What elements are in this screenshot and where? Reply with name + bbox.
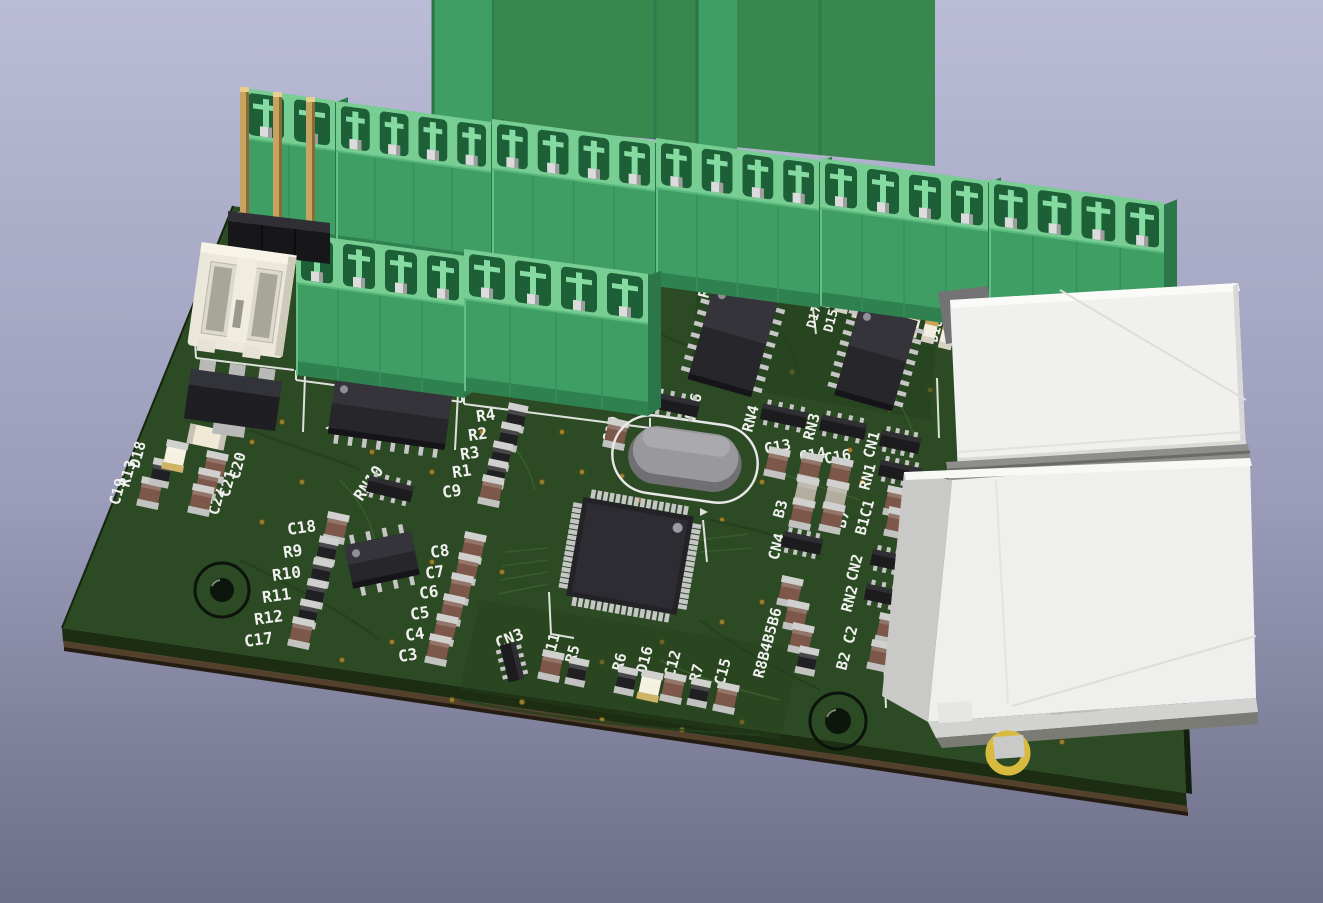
via	[339, 657, 345, 663]
silkscreen-label: C18	[286, 516, 317, 539]
screw-shade	[1013, 218, 1017, 229]
via	[389, 639, 395, 645]
screw-shade	[555, 164, 559, 175]
screw-shade	[514, 158, 518, 169]
screw-shade	[969, 214, 973, 225]
screw-shade	[435, 150, 439, 161]
screw-shade	[596, 169, 600, 180]
via	[759, 599, 765, 605]
modular-jack-upper	[938, 283, 1247, 474]
pcb-render-canvas[interactable]: voltageFRN9RN10R4R2R3R1C9C10C18R9R10R11R…	[0, 0, 1323, 903]
modular-jack-lower	[882, 458, 1258, 748]
screw-shade	[719, 183, 723, 194]
screw-shade	[403, 283, 407, 294]
via	[539, 479, 545, 485]
pin-header-3pin	[228, 87, 330, 264]
screw-shade	[535, 295, 539, 306]
jack-latch-tab	[937, 701, 972, 723]
screw-shade	[489, 288, 493, 299]
jst-tab	[197, 339, 216, 353]
screw-shade	[268, 127, 272, 138]
screw-shade	[357, 140, 361, 151]
screw-shade	[678, 177, 682, 188]
screw-shade	[885, 203, 889, 214]
pcb-3d-viewer-viewport[interactable]: voltageFRN9RN10R4R2R3R1C9C10C18R9R10R11R…	[0, 0, 1323, 903]
via	[559, 429, 565, 435]
via	[299, 479, 305, 485]
jack-peg	[993, 735, 1024, 759]
ic-body-top	[572, 503, 688, 609]
via	[499, 569, 505, 575]
silkscreen-label: C9	[441, 480, 463, 501]
silkscreen-label: C7	[424, 561, 446, 582]
jst-power-connector	[187, 242, 297, 362]
silkscreen-label: R9	[282, 540, 304, 561]
screw-shade	[760, 188, 764, 199]
screw-shade	[319, 272, 323, 283]
panel-face	[697, 0, 737, 154]
screw-shade	[445, 289, 449, 300]
screw-shade	[581, 301, 585, 312]
terminal-block-back-panel	[697, 0, 737, 154]
block-side-face	[648, 269, 661, 418]
header-pin-top	[240, 87, 249, 92]
via	[759, 479, 765, 485]
mcu-qfp64	[556, 487, 705, 626]
silkscreen-label: C8	[429, 540, 451, 561]
screw-shade	[1144, 236, 1148, 247]
screw-shade	[843, 197, 847, 208]
via	[579, 469, 585, 475]
silkscreen-label: R11	[261, 584, 292, 607]
via	[449, 697, 455, 703]
header-pin-shade	[279, 95, 282, 232]
header-pin-shade	[246, 90, 249, 227]
header-pin-top	[273, 92, 282, 97]
silkscreen-label: R1	[451, 460, 473, 481]
hole-bore	[210, 578, 234, 602]
header-pin-shade	[312, 100, 315, 237]
screw-shade	[396, 145, 400, 156]
screw-shade	[1057, 224, 1061, 235]
screw-shade	[801, 194, 805, 205]
silkscreen-label: R10	[271, 562, 302, 585]
via	[259, 519, 265, 525]
silkscreen-label: C6	[418, 581, 440, 602]
silkscreen-label: R12	[253, 606, 284, 629]
silkscreen-label: C17	[243, 628, 274, 651]
jst-tab	[242, 345, 261, 359]
screw-shade	[627, 307, 631, 318]
silkscreen-label: C4	[404, 623, 426, 644]
via	[1059, 739, 1065, 745]
hole-bore	[825, 708, 851, 734]
header-pin-top	[306, 97, 315, 102]
via	[429, 469, 435, 475]
via	[369, 449, 375, 455]
screw-shade	[1100, 230, 1104, 241]
terminal-block-4pos[interactable]	[656, 133, 832, 310]
via	[249, 439, 255, 445]
via	[279, 419, 285, 425]
screw-shade	[927, 208, 931, 219]
screw-shade	[474, 156, 478, 167]
via	[719, 619, 725, 625]
silkscreen-label: C5	[409, 602, 431, 623]
screw-shade	[361, 278, 365, 289]
via	[519, 699, 525, 705]
silkscreen-label: C3	[397, 644, 419, 665]
screw-shade	[637, 175, 641, 186]
